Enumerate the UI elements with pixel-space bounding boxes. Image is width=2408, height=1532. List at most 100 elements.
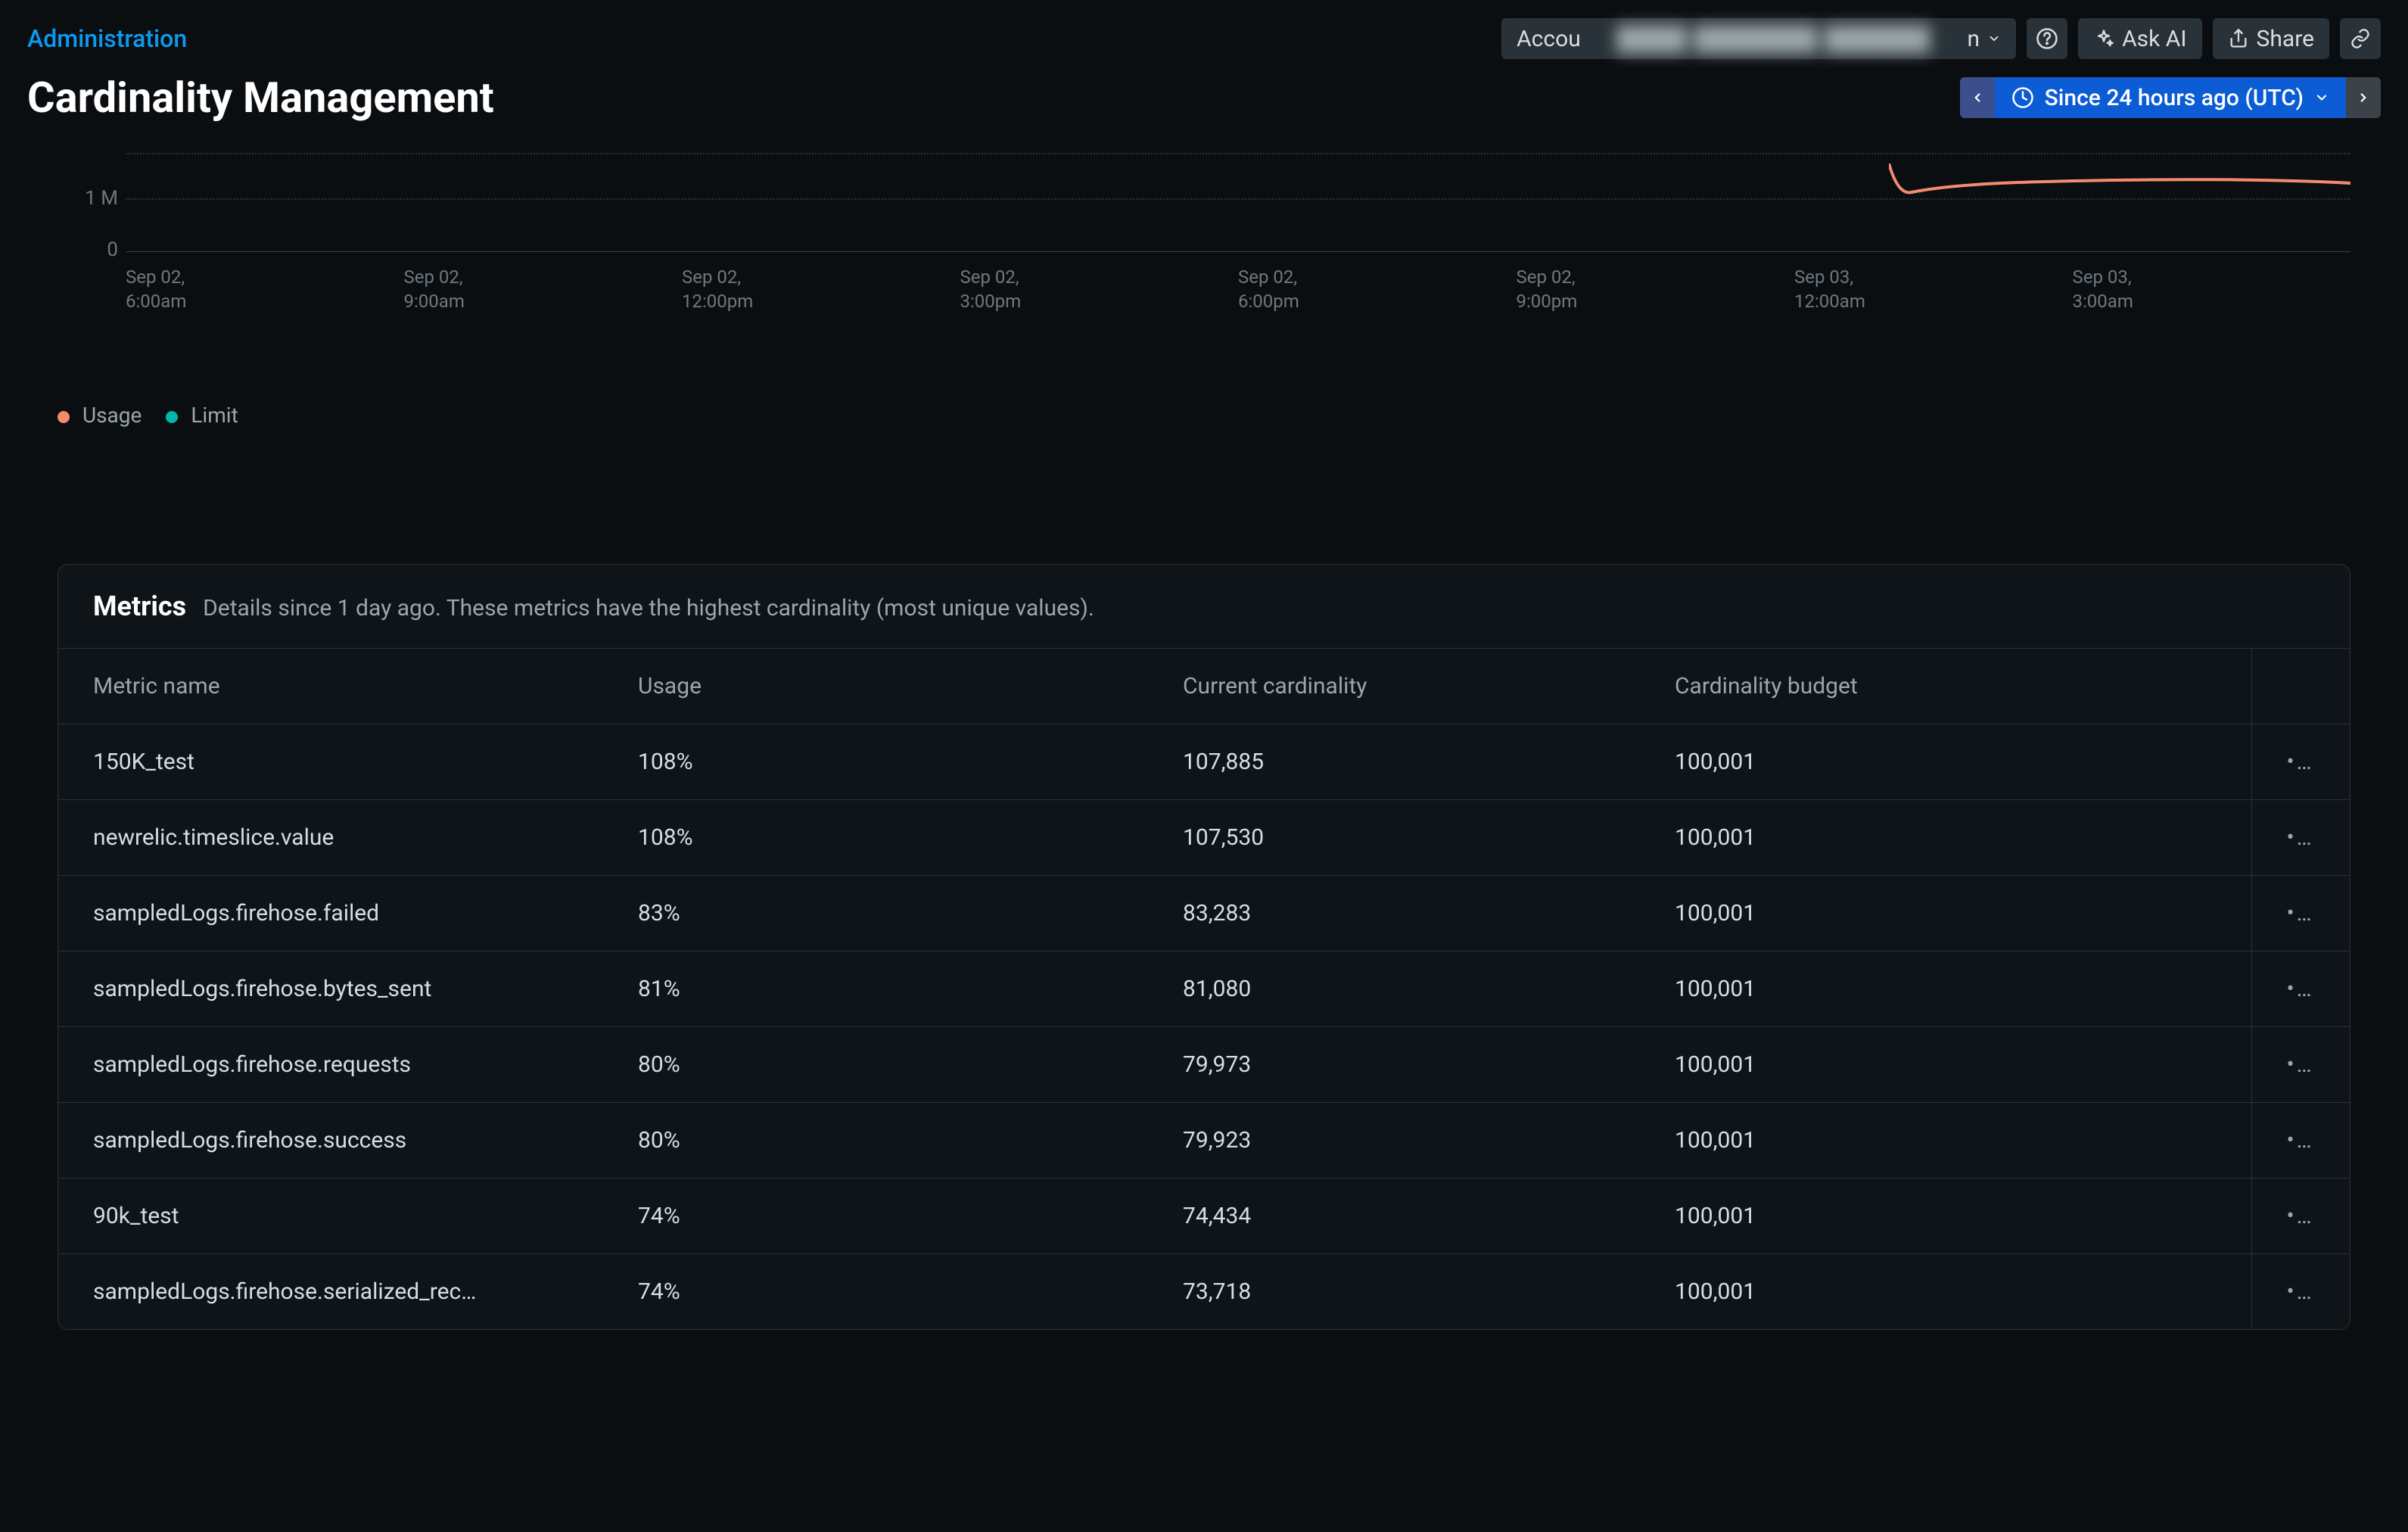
time-range-label: Since 24 hours ago (UTC) (2045, 85, 2304, 111)
time-prev-button[interactable] (1960, 77, 1995, 118)
table-row[interactable]: sampledLogs.firehose.success80%79,923100… (58, 1103, 2350, 1179)
col-header-actions (2251, 649, 2350, 724)
x-axis-labels: Sep 02, 6:00am Sep 02, 9:00am Sep 02, 12… (126, 265, 2350, 314)
y-axis-label: 1 M (58, 187, 118, 210)
legend-label: Usage (82, 403, 142, 428)
copy-link-button[interactable] (2340, 18, 2381, 59)
cell-usage: 108% (603, 724, 1148, 800)
cell-current-cardinality: 74,434 (1148, 1179, 1640, 1254)
table-header-row: Metric name Usage Current cardinality Ca… (58, 649, 2350, 724)
cell-current-cardinality: 81,080 (1148, 951, 1640, 1027)
legend-dot-icon (166, 411, 178, 423)
share-icon (2228, 28, 2249, 49)
cell-metric-name: sampledLogs.firehose.serialized_rec… (58, 1254, 603, 1330)
cell-current-cardinality: 107,885 (1148, 724, 1640, 800)
cell-cardinality-budget: 100,001 (1640, 1103, 2251, 1179)
breadcrumb[interactable]: Administration (27, 24, 187, 53)
cell-usage: 80% (603, 1103, 1148, 1179)
table-row[interactable]: sampledLogs.firehose.requests80%79,97310… (58, 1027, 2350, 1103)
usage-series-line (1889, 163, 2350, 201)
cell-metric-name: 150K_test (58, 724, 603, 800)
cell-cardinality-budget: 100,001 (1640, 1027, 2251, 1103)
table-row[interactable]: sampledLogs.firehose.failed83%83,283100,… (58, 876, 2350, 951)
account-prefix-label: Accou (1517, 26, 1581, 52)
row-actions-button[interactable]: ••• (2251, 876, 2350, 951)
x-axis-tick: Sep 02, 9:00pm (1517, 265, 1795, 314)
row-actions-button[interactable]: ••• (2251, 1027, 2350, 1103)
cell-cardinality-budget: 100,001 (1640, 724, 2251, 800)
share-button[interactable]: Share (2213, 18, 2329, 59)
time-next-button[interactable] (2346, 77, 2381, 118)
x-axis-tick: Sep 02, 12:00pm (682, 265, 960, 314)
row-actions-button[interactable]: ••• (2251, 724, 2350, 800)
col-header-name[interactable]: Metric name (58, 649, 603, 724)
cell-metric-name: sampledLogs.firehose.requests (58, 1027, 603, 1103)
chart-legend: Usage Limit (58, 403, 2350, 428)
account-suffix-label: n (1968, 26, 1980, 52)
cell-current-cardinality: 107,530 (1148, 800, 1640, 876)
col-header-current[interactable]: Current cardinality (1148, 649, 1640, 724)
panel-title: Metrics (93, 590, 186, 622)
time-range-picker[interactable]: Since 24 hours ago (UTC) (1960, 77, 2381, 118)
share-label: Share (2257, 26, 2314, 52)
table-row[interactable]: sampledLogs.firehose.bytes_sent81%81,080… (58, 951, 2350, 1027)
help-button[interactable] (2027, 18, 2067, 59)
chevron-down-icon (2314, 90, 2329, 105)
ask-ai-button[interactable]: Ask AI (2078, 18, 2201, 59)
cell-cardinality-budget: 100,001 (1640, 800, 2251, 876)
cardinality-chart: 1 M 0 Sep 02, 6:00am Sep 02, 9:00am Sep … (27, 153, 2381, 428)
panel-subtitle: Details since 1 day ago. These metrics h… (203, 595, 1094, 621)
cell-usage: 81% (603, 951, 1148, 1027)
cell-metric-name: 90k_test (58, 1179, 603, 1254)
cell-cardinality-budget: 100,001 (1640, 951, 2251, 1027)
row-actions-button[interactable]: ••• (2251, 1179, 2350, 1254)
cell-metric-name: sampledLogs.firehose.bytes_sent (58, 951, 603, 1027)
legend-item-usage[interactable]: Usage (58, 403, 142, 428)
col-header-budget[interactable]: Cardinality budget (1640, 649, 2251, 724)
cell-usage: 80% (603, 1027, 1148, 1103)
cell-usage: 108% (603, 800, 1148, 876)
account-name-obscured: ████ ███████ ██████ (1588, 26, 1960, 52)
y-axis-label: 0 (58, 238, 118, 261)
x-axis-tick: Sep 02, 3:00pm (960, 265, 1239, 314)
row-actions-button[interactable]: ••• (2251, 1103, 2350, 1179)
cell-current-cardinality: 83,283 (1148, 876, 1640, 951)
x-axis-tick: Sep 03, 12:00am (1794, 265, 2073, 314)
page-title: Cardinality Management (27, 73, 494, 123)
cell-current-cardinality: 79,923 (1148, 1103, 1640, 1179)
cell-cardinality-budget: 100,001 (1640, 1254, 2251, 1330)
x-axis-tick: Sep 02, 9:00am (404, 265, 683, 314)
cell-metric-name: sampledLogs.firehose.success (58, 1103, 603, 1179)
chevron-down-icon (1987, 32, 2001, 45)
help-icon (2036, 27, 2058, 50)
cell-usage: 74% (603, 1254, 1148, 1330)
ask-ai-label: Ask AI (2122, 26, 2186, 52)
sparkle-icon (2093, 28, 2114, 49)
table-row[interactable]: sampledLogs.firehose.serialized_rec…74%7… (58, 1254, 2350, 1330)
row-actions-button[interactable]: ••• (2251, 800, 2350, 876)
clock-icon (2011, 86, 2034, 109)
cell-cardinality-budget: 100,001 (1640, 1179, 2251, 1254)
x-axis-tick: Sep 02, 6:00pm (1238, 265, 1517, 314)
account-selector[interactable]: Accou ████ ███████ ██████ n (1501, 18, 2016, 59)
row-actions-button[interactable]: ••• (2251, 1254, 2350, 1330)
legend-item-limit[interactable]: Limit (166, 403, 238, 428)
time-range-button[interactable]: Since 24 hours ago (UTC) (1995, 77, 2346, 118)
metrics-panel: Metrics Details since 1 day ago. These m… (58, 564, 2350, 1330)
legend-dot-icon (58, 411, 70, 423)
table-row[interactable]: 150K_test108%107,885100,001••• (58, 724, 2350, 800)
cell-current-cardinality: 79,973 (1148, 1027, 1640, 1103)
cell-current-cardinality: 73,718 (1148, 1254, 1640, 1330)
row-actions-button[interactable]: ••• (2251, 951, 2350, 1027)
metrics-table: Metric name Usage Current cardinality Ca… (58, 648, 2350, 1329)
cell-metric-name: newrelic.timeslice.value (58, 800, 603, 876)
table-row[interactable]: newrelic.timeslice.value108%107,530100,0… (58, 800, 2350, 876)
link-icon (2350, 28, 2371, 49)
x-axis-tick: Sep 02, 6:00am (126, 265, 404, 314)
cell-metric-name: sampledLogs.firehose.failed (58, 876, 603, 951)
table-row[interactable]: 90k_test74%74,434100,001••• (58, 1179, 2350, 1254)
col-header-usage[interactable]: Usage (603, 649, 1148, 724)
x-axis-tick: Sep 03, 3:00am (2073, 265, 2351, 314)
cell-usage: 83% (603, 876, 1148, 951)
cell-cardinality-budget: 100,001 (1640, 876, 2251, 951)
